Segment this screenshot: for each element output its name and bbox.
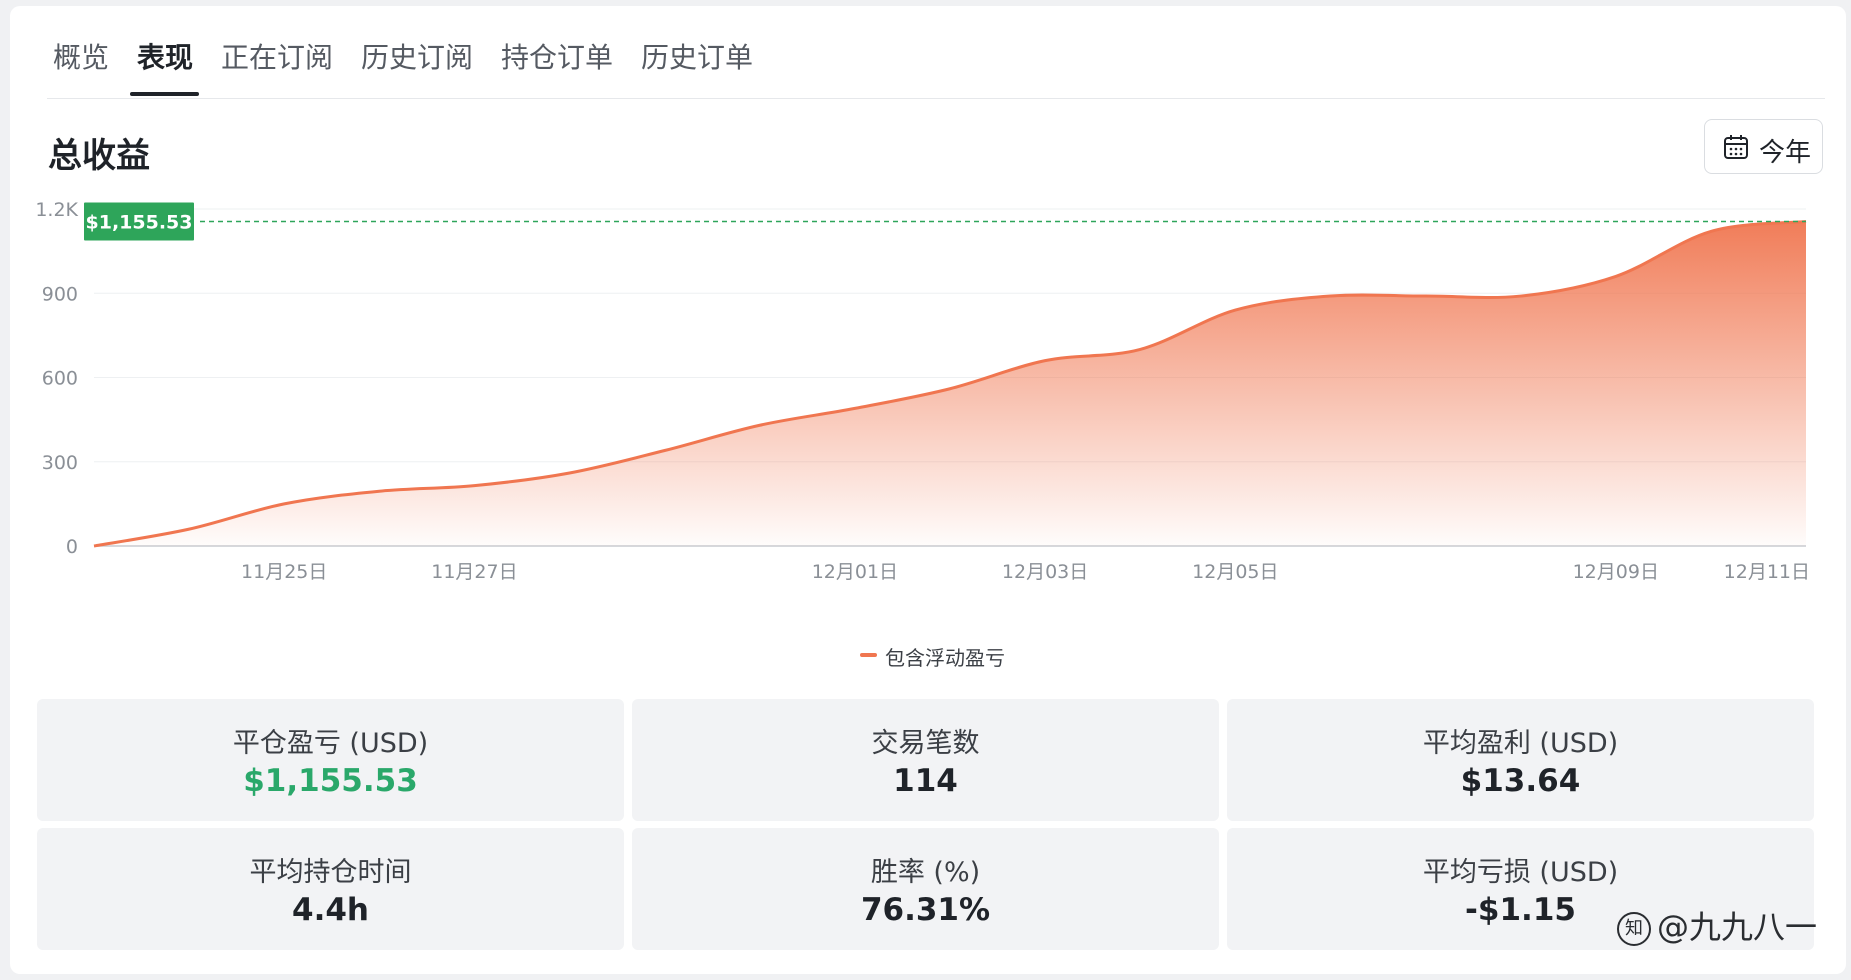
stat-win-rate: 胜率 (%) 76.31%	[632, 828, 1219, 950]
y-tick-label: 900	[42, 283, 78, 305]
stat-trade-count: 交易笔数 114	[632, 699, 1219, 821]
period-label: 今年	[1759, 138, 1812, 168]
stat-avg-profit: 平均盈利 (USD) $13.64	[1227, 699, 1814, 821]
stat-label: 平仓盈亏 (USD)	[232, 728, 429, 759]
watermark: 知 @九九八一	[1617, 902, 1817, 948]
tab-bar: 概览 表现 正在订阅 历史订阅 持仓订单 历史订单	[47, 6, 1825, 99]
period-selector-button[interactable]: 今年	[1704, 119, 1823, 174]
y-tick-label: 600	[42, 368, 78, 390]
tab-open-orders[interactable]: 持仓订单	[501, 36, 613, 76]
stat-value: 114	[893, 763, 958, 799]
zhihu-logo-icon: 知	[1617, 912, 1651, 946]
section-title: 总收益	[48, 136, 150, 176]
stat-label: 胜率 (%)	[870, 857, 981, 888]
x-tick-label: 12月01日	[812, 561, 898, 583]
x-tick-label: 12月03日	[1002, 561, 1088, 583]
x-tick-label: 11月25日	[241, 561, 327, 583]
legend-label: 包含浮动盈亏	[885, 646, 1005, 670]
max-value-label: $1,155.53	[86, 211, 193, 233]
stat-value: 4.4h	[292, 892, 369, 928]
tab-order-history[interactable]: 历史订单	[641, 36, 753, 76]
stat-closed-pnl: 平仓盈亏 (USD) $1,155.53	[37, 699, 624, 821]
x-tick-label: 12月05日	[1192, 561, 1278, 583]
tab-overview[interactable]: 概览	[53, 36, 109, 76]
y-tick-label: 1.2K	[35, 199, 78, 221]
legend-swatch	[860, 653, 877, 657]
total-profit-chart: 0 300 600 900 1.2K $1,155.53 11月25日 11月27日 12月…	[35, 199, 1810, 583]
stat-value: 76.31%	[860, 892, 991, 928]
x-tick-label: 12月11日	[1724, 561, 1810, 583]
stat-avg-holding-time: 平均持仓时间 4.4h	[37, 828, 624, 950]
y-tick-label: 300	[42, 452, 78, 474]
tab-subscription-history[interactable]: 历史订阅	[361, 36, 473, 76]
performance-card: 概览 表现 正在订阅 历史订阅 持仓订单 历史订单 总收益 今年 0 300 6…	[10, 6, 1846, 974]
stat-label: 平均持仓时间	[249, 857, 412, 888]
watermark-text: @九九八一	[1657, 908, 1818, 946]
tab-performance[interactable]: 表现	[137, 36, 193, 76]
calendar-icon	[1724, 135, 1748, 159]
stat-value: $13.64	[1460, 763, 1581, 799]
stat-label: 平均盈利 (USD)	[1422, 728, 1619, 759]
x-tick-label: 11月27日	[431, 561, 517, 583]
x-tick-label: 12月09日	[1573, 561, 1659, 583]
series-area	[94, 221, 1806, 547]
tab-active-subscriptions[interactable]: 正在订阅	[221, 36, 333, 76]
stat-label: 平均亏损 (USD)	[1422, 857, 1619, 888]
active-tab-indicator	[130, 92, 199, 96]
stat-label: 交易笔数	[871, 728, 980, 759]
stat-value: $1,155.53	[243, 763, 418, 799]
y-tick-label: 0	[66, 536, 78, 558]
